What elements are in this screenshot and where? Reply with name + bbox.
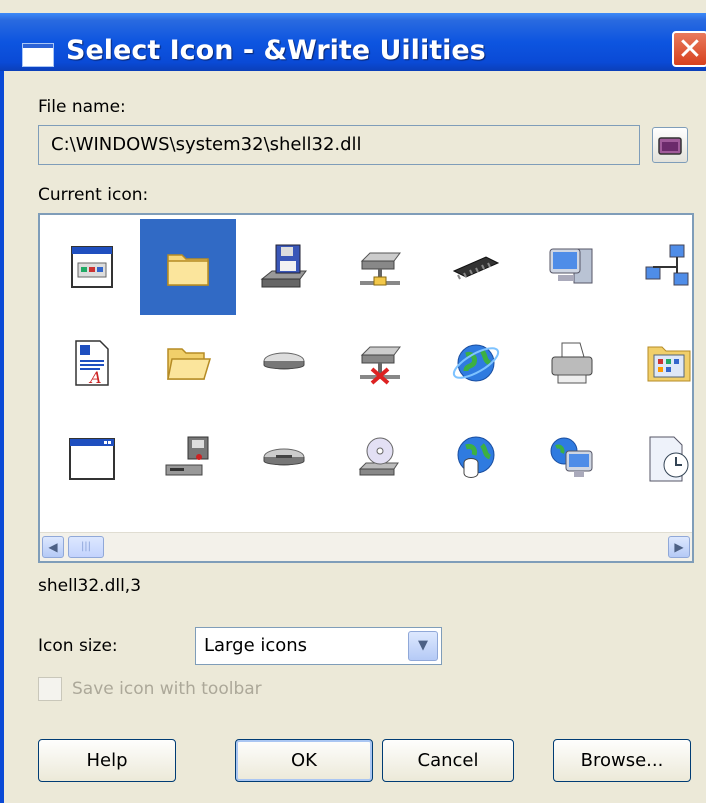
icon-cell[interactable] — [140, 315, 236, 411]
select-icon-dialog: Select Icon - &Write Uilities ✕ File nam… — [0, 0, 706, 803]
icon-cell[interactable] — [140, 411, 236, 507]
icon-cell[interactable] — [620, 315, 692, 411]
icon-cell[interactable]: A — [44, 315, 140, 411]
file-name-label: File name: — [38, 97, 126, 117]
folder-icon — [167, 254, 209, 286]
dropdown-button[interactable]: ▼ — [408, 631, 438, 661]
dialog-title: Select Icon - &Write Uilities — [66, 35, 486, 66]
icon-cell-selected[interactable] — [140, 219, 236, 315]
icon-cell[interactable] — [524, 315, 620, 411]
icon-cell[interactable] — [620, 411, 692, 507]
icon-cell[interactable] — [236, 411, 332, 507]
document-icon: A — [75, 340, 109, 387]
icon-cell[interactable] — [332, 315, 428, 411]
window-icon — [71, 246, 113, 288]
control-panel-folder-icon — [647, 346, 691, 382]
browse-button[interactable]: Browse... — [553, 739, 691, 782]
globe-icon — [452, 344, 500, 382]
icon-cell[interactable] — [44, 219, 140, 315]
folder-open-icon — [658, 137, 682, 155]
icon-cell[interactable] — [524, 411, 620, 507]
open-folder-icon — [167, 348, 212, 380]
close-button[interactable]: ✕ — [672, 31, 706, 67]
save-with-toolbar-checkbox[interactable] — [38, 677, 62, 701]
horizontal-scrollbar[interactable]: ◀ ||| ▶ — [40, 532, 692, 561]
floppy-drive-icon — [260, 244, 307, 288]
memory-chip-icon — [452, 256, 500, 280]
help-button[interactable]: Help — [38, 739, 176, 782]
icon-cell[interactable] — [524, 219, 620, 315]
ok-button[interactable]: OK — [235, 739, 373, 782]
title-bar[interactable]: Select Icon - &Write Uilities ✕ — [0, 13, 706, 71]
current-icon-status: shell32.dll,3 — [38, 576, 142, 596]
icon-cell[interactable] — [428, 315, 524, 411]
chevron-left-icon: ◀ — [48, 540, 58, 554]
current-icon-label: Current icon: — [38, 185, 149, 205]
network-icon — [645, 244, 689, 286]
removable-drive-icon — [263, 448, 305, 466]
hard-drive-icon — [263, 352, 305, 370]
grip-icon: ||| — [80, 541, 92, 552]
cd-drive-icon — [358, 437, 399, 476]
chevron-right-icon: ▶ — [674, 540, 684, 554]
file-name-field[interactable]: C:\WINDOWS\system32\shell32.dll — [38, 125, 640, 165]
window-border — [0, 71, 4, 803]
svg-text:A: A — [88, 368, 102, 387]
window-icon — [22, 43, 54, 67]
icon-cell[interactable] — [428, 219, 524, 315]
icon-size-label: Icon size: — [38, 636, 118, 656]
icon-cell[interactable] — [236, 219, 332, 315]
clock-document-icon — [649, 436, 689, 482]
cancel-button[interactable]: Cancel — [382, 739, 514, 782]
scroll-left-button[interactable]: ◀ — [42, 536, 64, 558]
chevron-down-icon: ▼ — [418, 638, 428, 653]
network-globe-icon — [550, 437, 593, 477]
icon-cell[interactable] — [620, 219, 692, 315]
run-icon — [165, 436, 209, 476]
icon-cell[interactable] — [332, 219, 428, 315]
icon-cell[interactable] — [428, 411, 524, 507]
icon-size-select[interactable]: Large icons ▼ — [195, 627, 442, 665]
scroll-right-button[interactable]: ▶ — [668, 536, 690, 558]
network-drive-icon — [360, 252, 401, 286]
icon-list[interactable]: A ◀ ||| ▶ — [38, 213, 694, 563]
printer-icon — [551, 342, 593, 384]
icon-cell[interactable] — [44, 411, 140, 507]
computer-icon — [549, 248, 593, 284]
save-with-toolbar-label: Save icon with toolbar — [72, 679, 262, 699]
disconnected-drive-icon — [360, 346, 401, 385]
blank-window-icon — [69, 438, 115, 480]
icon-cell[interactable] — [332, 411, 428, 507]
open-file-button[interactable] — [652, 127, 688, 163]
icon-cell[interactable] — [236, 315, 332, 411]
icon-size-value: Large icons — [204, 635, 308, 656]
scroll-thumb[interactable]: ||| — [68, 536, 104, 558]
globe-mouse-icon — [457, 436, 495, 478]
